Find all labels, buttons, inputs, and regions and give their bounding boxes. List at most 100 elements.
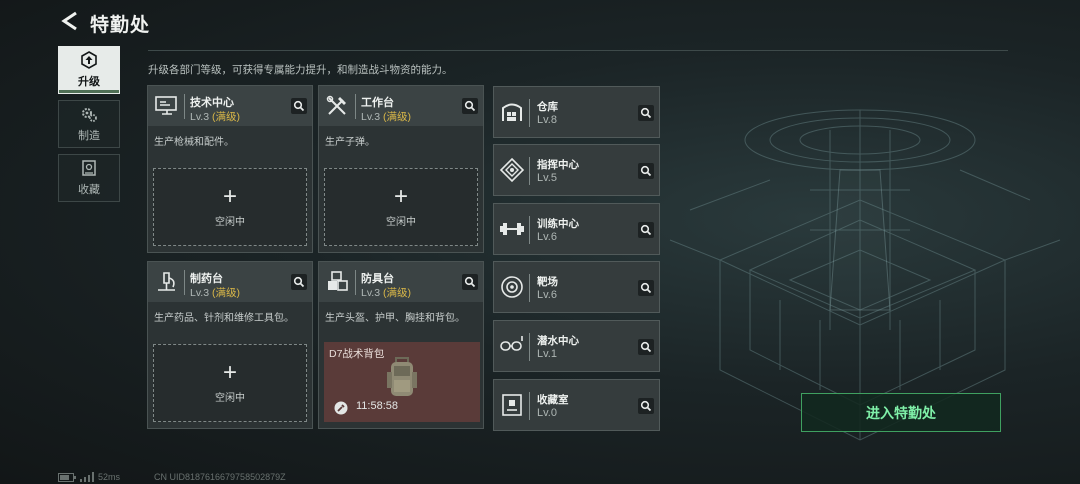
diving-mask-icon xyxy=(500,336,523,351)
facility-shooting-range[interactable]: 靶场 Lv.6 xyxy=(493,261,660,313)
warehouse-icon xyxy=(502,103,522,121)
facility-level: Lv.6 xyxy=(537,289,557,301)
tab-collection[interactable]: 收藏 xyxy=(58,154,120,202)
card-level: Lv.3 (满级) xyxy=(190,285,240,300)
header-separator xyxy=(529,333,530,361)
production-timer: 11:58:58 xyxy=(356,400,399,412)
production-slot-active[interactable]: D7战术背包 11:58:58 xyxy=(324,342,480,422)
facility-collection-room[interactable]: 收藏室 Lv.0 xyxy=(493,379,660,431)
inspect-button[interactable] xyxy=(638,339,654,355)
tab-craft[interactable]: 制造 xyxy=(58,100,120,148)
tab-upgrade-label: 升级 xyxy=(78,76,100,88)
level-value: Lv.3 xyxy=(361,287,381,299)
inspect-button[interactable] xyxy=(638,280,654,296)
magnifier-icon xyxy=(464,100,476,112)
magnifier-icon xyxy=(640,107,652,119)
facility-name: 指挥中心 xyxy=(537,159,579,171)
header-separator xyxy=(529,216,530,244)
inspect-button[interactable] xyxy=(462,274,478,290)
inspect-button[interactable] xyxy=(638,163,654,179)
card-title: 防具台 xyxy=(361,273,394,285)
upgrade-icon xyxy=(81,51,97,69)
facility-name: 靶场 xyxy=(537,276,558,288)
card-description: 生产药品、针剂和维修工具包。 xyxy=(154,313,294,324)
add-icon: + xyxy=(222,182,237,210)
level-value: Lv.3 xyxy=(190,287,210,299)
header-separator xyxy=(529,99,530,127)
card-title: 技术中心 xyxy=(190,97,234,109)
facility-command-center[interactable]: 指挥中心 Lv.5 xyxy=(493,144,660,196)
inspect-button[interactable] xyxy=(638,398,654,414)
facility-level: Lv.0 xyxy=(537,407,557,419)
production-item-name: D7战术背包 xyxy=(329,348,385,360)
card-workbench[interactable]: 工作台 Lv.3 (满级) 生产子弹。 + 空闲中 xyxy=(318,85,484,253)
wrench-icon xyxy=(334,401,348,415)
add-icon: + xyxy=(393,182,408,210)
magnifier-icon xyxy=(464,276,476,288)
target-icon xyxy=(501,276,523,298)
inspect-button[interactable] xyxy=(291,98,307,114)
card-description: 生产头盔、护甲、胸挂和背包。 xyxy=(325,313,465,324)
max-level-tag: (满级) xyxy=(383,111,411,123)
enter-special-ops-button[interactable]: 进入特勤处 xyxy=(801,393,1001,432)
tools-icon xyxy=(326,95,346,115)
idle-label: 空闲中 xyxy=(215,216,245,228)
inspect-button[interactable] xyxy=(462,98,478,114)
max-level-tag: (满级) xyxy=(383,287,411,299)
facility-level: Lv.1 xyxy=(537,348,557,360)
page-title: 特勤处 xyxy=(90,15,151,36)
battery-icon xyxy=(58,472,76,482)
facility-diving-center[interactable]: 潜水中心 Lv.1 xyxy=(493,320,660,372)
facility-name: 收藏室 xyxy=(537,394,569,406)
tab-craft-label: 制造 xyxy=(78,130,100,142)
max-level-tag: (满级) xyxy=(212,111,240,123)
facility-level: Lv.6 xyxy=(537,231,557,243)
card-level: Lv.3 (满级) xyxy=(190,109,240,124)
magnifier-icon xyxy=(293,276,305,288)
collection-icon xyxy=(82,160,96,176)
production-slot-idle[interactable]: + 空闲中 xyxy=(153,344,307,422)
microscope-icon xyxy=(158,272,175,291)
facility-name: 仓库 xyxy=(537,101,558,113)
card-pharmacy[interactable]: 制药台 Lv.3 (满级) 生产药品、针剂和维修工具包。 + 空闲中 xyxy=(147,261,313,429)
card-description: 生产枪械和配件。 xyxy=(154,137,234,148)
facility-name: 训练中心 xyxy=(537,218,579,230)
card-tech-center[interactable]: 技术中心 Lv.3 (满级) 生产枪械和配件。 + 空闲中 xyxy=(147,85,313,253)
inspect-button[interactable] xyxy=(638,222,654,238)
armor-crates-icon xyxy=(328,271,348,291)
command-center-icon xyxy=(499,157,525,183)
header-separator xyxy=(355,270,356,295)
facility-training-center[interactable]: 训练中心 Lv.6 xyxy=(493,203,660,255)
facility-level: Lv.8 xyxy=(537,114,557,126)
header-separator xyxy=(184,94,185,119)
facility-warehouse[interactable]: 仓库 Lv.8 xyxy=(493,86,660,138)
signal-icon xyxy=(80,472,94,482)
inspect-button[interactable] xyxy=(638,105,654,121)
monitor-icon xyxy=(155,96,177,115)
card-armor-bench[interactable]: 防具台 Lv.3 (满级) 生产头盔、护甲、胸挂和背包。 D7战术背包 11:5… xyxy=(318,261,484,429)
status-bar: 52ms xyxy=(58,472,120,482)
ping-value: 52ms xyxy=(98,472,121,482)
header-separator xyxy=(529,157,530,185)
back-arrow-icon[interactable] xyxy=(58,9,82,33)
magnifier-icon xyxy=(640,282,652,294)
card-description: 生产子弹。 xyxy=(325,137,375,148)
max-level-tag: (满级) xyxy=(212,287,240,299)
active-tab-indicator xyxy=(59,90,119,93)
gears-icon xyxy=(82,108,97,122)
magnifier-icon xyxy=(640,400,652,412)
collection-room-icon xyxy=(502,394,522,416)
header-separator xyxy=(529,274,530,302)
add-icon: + xyxy=(222,358,237,386)
idle-label: 空闲中 xyxy=(215,392,245,404)
backpack-item-icon xyxy=(387,357,417,396)
production-slot-idle[interactable]: + 空闲中 xyxy=(153,168,307,246)
magnifier-icon xyxy=(640,341,652,353)
tab-upgrade[interactable]: 升级 xyxy=(58,46,120,94)
user-uid: CN UID8187616679758502879Z xyxy=(154,472,286,482)
inspect-button[interactable] xyxy=(291,274,307,290)
card-level: Lv.3 (满级) xyxy=(361,109,411,124)
page-description: 升级各部门等级，可获得专属能力提升，和制造战斗物资的能力。 xyxy=(148,64,453,76)
level-value: Lv.3 xyxy=(361,111,381,123)
production-slot-idle[interactable]: + 空闲中 xyxy=(324,168,478,246)
